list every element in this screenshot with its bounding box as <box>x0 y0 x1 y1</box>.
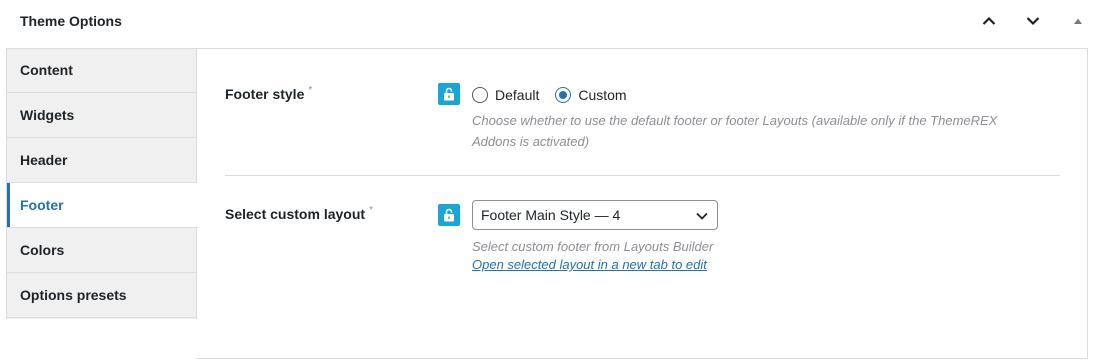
footer-style-description: Choose whether to use the default footer… <box>472 113 998 149</box>
footer-style-label-text: Footer style <box>225 86 305 102</box>
sidebar-item-label: Header <box>20 152 68 168</box>
sidebar-top-border <box>6 48 197 49</box>
sidebar-item-label: Widgets <box>20 107 75 123</box>
radio-circle-checked[interactable] <box>555 87 572 103</box>
custom-layout-label: Select custom layout * <box>225 204 373 223</box>
sidebar-item-label: Footer <box>20 197 64 213</box>
sidebar-item-header[interactable]: Header <box>7 138 197 183</box>
sidebar-item-content[interactable]: Content <box>7 48 197 93</box>
sidebar-item-label: Colors <box>20 242 65 258</box>
unlock-icon <box>444 87 454 101</box>
chevron-down-icon <box>696 212 708 220</box>
radio-custom-label: Custom <box>578 87 627 103</box>
move-up-button[interactable] <box>971 6 1007 36</box>
sidebar-item-widgets[interactable]: Widgets <box>7 93 197 138</box>
sidebar-item-footer[interactable]: Footer <box>7 183 198 228</box>
panel-title: Theme Options <box>20 13 122 29</box>
lock-option-button[interactable] <box>438 83 460 105</box>
radio-circle[interactable] <box>472 87 488 103</box>
radio-default-label: Default <box>495 87 540 103</box>
row-divider <box>225 175 1060 176</box>
custom-layout-label-text: Select custom layout <box>225 206 366 222</box>
options-sidebar: Content Widgets Header Footer Colors Opt… <box>6 48 198 319</box>
footer-style-label: Footer style * <box>225 84 313 103</box>
sidebar-item-options-presets[interactable]: Options presets <box>7 273 197 318</box>
open-layout-link[interactable]: Open selected layout in a new tab to edi… <box>472 257 707 272</box>
custom-layout-select-value: Footer Main Style — 4 <box>481 207 621 223</box>
move-down-button[interactable] <box>1015 6 1051 36</box>
custom-layout-select[interactable]: Footer Main Style — 4 <box>472 200 718 230</box>
unlock-icon <box>444 208 454 222</box>
radio-custom[interactable]: Custom <box>555 87 627 103</box>
custom-layout-description: Select custom footer from Layouts Builde… <box>472 239 714 254</box>
triangle-up-icon <box>1074 18 1082 24</box>
toggle-panel-button[interactable] <box>1072 15 1084 27</box>
asterisk-icon: * <box>369 204 373 216</box>
radio-default[interactable]: Default <box>472 87 539 103</box>
footer-style-radio-group: Default Custom <box>472 85 643 105</box>
chevron-down-icon <box>1026 17 1040 26</box>
sidebar-item-label: Content <box>20 62 73 78</box>
chevron-up-icon <box>982 16 996 25</box>
panel-header: Theme Options <box>0 0 1094 44</box>
lock-option-button[interactable] <box>438 204 460 226</box>
sidebar-item-colors[interactable]: Colors <box>7 228 197 273</box>
sidebar-item-label: Options presets <box>20 287 127 303</box>
asterisk-icon: * <box>308 84 313 96</box>
